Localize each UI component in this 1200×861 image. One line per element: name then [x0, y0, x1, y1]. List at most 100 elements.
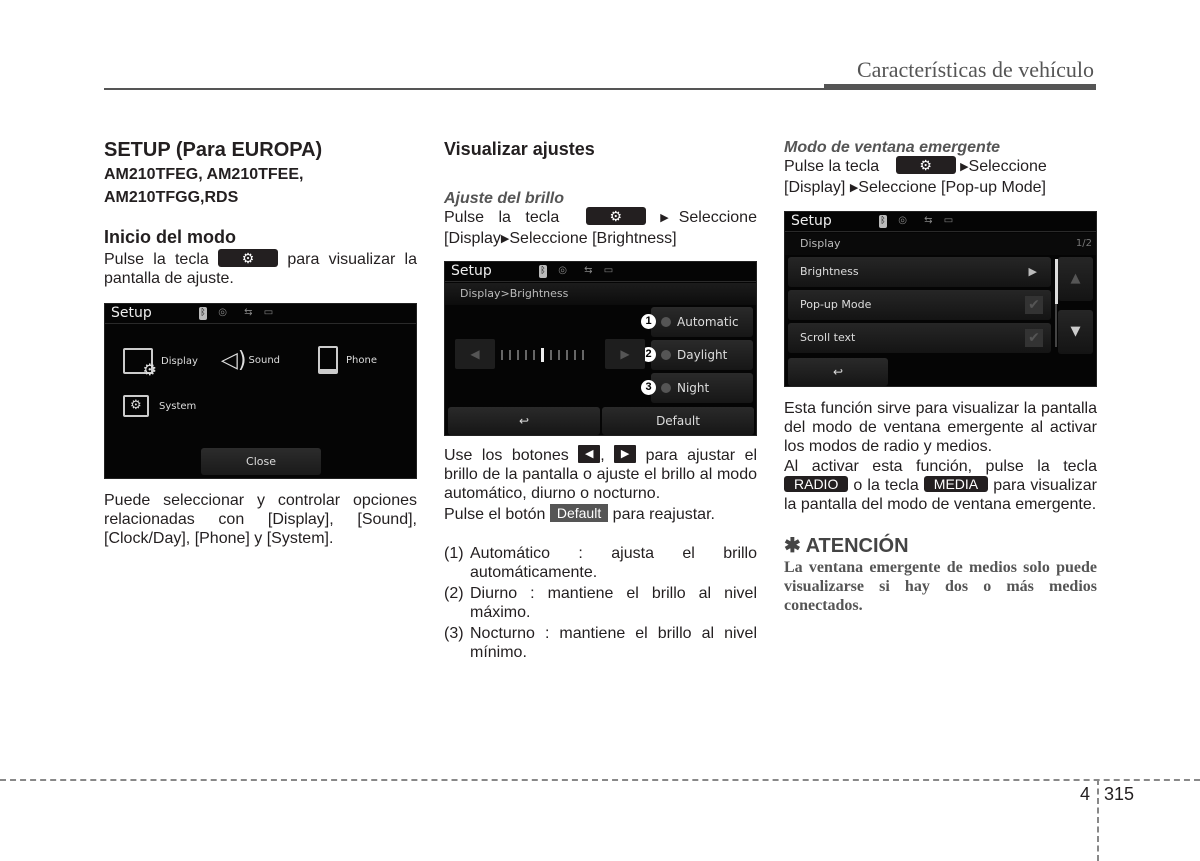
option-daylight[interactable]: 2 Daylight [641, 340, 753, 370]
section-heading-display-settings: Visualizar ajustes [444, 139, 595, 159]
radio-dot-icon [661, 350, 671, 360]
right-arrow-key-icon: ▶ [614, 444, 637, 463]
slider-tick [566, 350, 568, 360]
row-brightness[interactable]: Brightness ▶ [788, 257, 1051, 287]
text: para reajustar. [612, 506, 715, 523]
popup-intro: Pulse la tecla ⚙ ▶Seleccione [784, 155, 1097, 178]
models-line-1: AM210TFEG, AM210TFEE, [104, 166, 304, 183]
text: , [600, 447, 605, 464]
menu-phone[interactable]: Phone [318, 346, 377, 374]
slider-tick [558, 350, 560, 360]
display-gear-icon: ⚙ [123, 348, 157, 379]
slider-tick [525, 350, 527, 360]
usb-icon: ⇆ [584, 265, 593, 276]
setup-key-gear-icon: ⚙ [585, 206, 646, 225]
option-label: Automatic [677, 315, 739, 329]
radio-dot-icon [661, 317, 671, 327]
slider-tick [509, 350, 511, 360]
models-line-2: AM210TFGG,RDS [104, 189, 239, 206]
screen-status-bar: Setup ᛒ ◎ ⇆ ▭ [105, 304, 416, 324]
slider-tick [582, 350, 584, 360]
row-popup-mode[interactable]: Pop-up Mode ✔ [788, 290, 1051, 320]
checkbox-checked-icon[interactable]: ✔ [1025, 329, 1043, 347]
text: Use los botones [444, 447, 569, 464]
intro-text: Pulse la tecla [104, 251, 209, 268]
disc-icon: ◎ [898, 215, 907, 226]
setup-screen: Setup ᛒ ◎ ⇆ ▭ ⚙ Display ◁) Sound Phone ⚙… [104, 303, 417, 479]
slider-tick [501, 350, 503, 360]
default-key: Default [549, 503, 609, 522]
arrow-right-icon: ▶ [660, 212, 679, 224]
media-key: MEDIA [923, 475, 989, 492]
list-num: (1) [444, 545, 464, 562]
list-text: Diurno : mantiene el brillo al nivel máx… [470, 585, 757, 621]
breadcrumb-text: Display [800, 237, 841, 250]
footer-divider [1097, 779, 1099, 861]
footer-rule [0, 779, 1200, 781]
checkbox-checked-icon[interactable]: ✔ [1025, 296, 1043, 314]
mode-list: (1) Automático : ajusta el brillo automát… [444, 544, 757, 662]
menu-system[interactable]: ⚙ System [123, 395, 196, 417]
header-title: Características de vehículo [856, 57, 1094, 82]
page-number: 315 [1104, 784, 1135, 804]
folder-gear-icon: ⚙ [123, 395, 149, 417]
list-item: (2) Diurno : mantiene el brillo al nivel … [444, 584, 757, 622]
screen-title: Setup [111, 305, 152, 321]
bluetooth-icon: ᛒ [539, 265, 547, 278]
back-button[interactable]: ↩ [448, 407, 600, 435]
row-label: Scroll text [800, 331, 856, 344]
intro-text: Pulse la tecla [444, 209, 560, 226]
list-item: (1) Automático : ajusta el brillo automát… [444, 544, 757, 582]
setup-title: SETUP (Para EUROPA) [104, 139, 323, 161]
brightness-screen: Setup ᛒ ◎ ⇆ ▭ Display>Brightness 1 Autom… [444, 261, 757, 436]
aux-icon: ▭ [263, 307, 274, 318]
scroll-up-button[interactable]: ▲ [1058, 257, 1093, 301]
disc-icon: ◎ [558, 265, 567, 276]
option-night[interactable]: 3 Night [641, 373, 753, 403]
intro-paragraph: Pulse la tecla ⚙ para visualizar la pant… [104, 248, 417, 288]
menu-phone-label: Phone [346, 354, 377, 366]
aux-icon: ▭ [943, 215, 954, 226]
option-automatic[interactable]: 1 Automatic [641, 307, 753, 337]
bluetooth-icon: ᛒ [199, 307, 207, 320]
radio-dot-icon [661, 383, 671, 393]
callout-3: 3 [641, 380, 656, 395]
popup-description: Esta función sirve para visualizar la pa… [784, 400, 1097, 455]
menu-display[interactable]: ⚙ Display [123, 348, 198, 379]
subsection-popup-mode: Modo de ventana emergente [784, 139, 1001, 156]
popup-keys-instructions: Al activar esta función, pulse la tecla … [784, 457, 1097, 514]
attention-title: ✱ ATENCIÓN [784, 535, 909, 557]
slider-tick [574, 350, 576, 360]
chevron-right-icon: ▶ [1028, 265, 1037, 278]
intro-text-mid: Seleccione [968, 158, 1047, 175]
row-label: Pop-up Mode [800, 298, 872, 311]
status-icons: ᛒ ◎ ⇆ ▭ [539, 265, 621, 278]
back-arrow-icon: ↩ [518, 414, 530, 428]
setup-key-gear-icon: ⚙ [895, 155, 956, 174]
breadcrumb: Display 1/2 [785, 233, 1096, 255]
brightness-slider[interactable] [501, 348, 584, 362]
section-heading-mode-start: Inicio del modo [104, 227, 237, 247]
popup-intro-line2: [Display] ▶Seleccione [Pop-up Mode] [784, 178, 1097, 199]
list-text: Nocturno : mantiene el brillo al nivel m… [470, 625, 757, 661]
slider-tick-active [541, 348, 544, 362]
brightness-increase-button[interactable]: ▶ [605, 339, 645, 369]
default-button[interactable]: Default [602, 407, 754, 435]
status-icons: ᛒ ◎ ⇆ ▭ [199, 307, 281, 320]
option-label: Daylight [677, 348, 728, 362]
row-scroll-text[interactable]: Scroll text ✔ [788, 323, 1051, 353]
text: o la tecla [853, 477, 919, 494]
screen-title: Setup [791, 213, 832, 229]
scroll-down-button[interactable]: ▼ [1058, 310, 1093, 354]
left-arrow-key-icon: ◀ [578, 444, 601, 463]
usb-icon: ⇆ [924, 215, 933, 226]
menu-sound[interactable]: ◁) Sound [221, 348, 280, 373]
brightness-decrease-button[interactable]: ◀ [455, 339, 495, 369]
list-item: (3) Nocturno : mantiene el brillo al nive… [444, 624, 757, 662]
column-1: SETUP (Para EUROPA) AM210TFEG, AM210TFEE… [104, 138, 417, 548]
back-button[interactable]: ↩ [788, 358, 888, 386]
close-button[interactable]: Close [201, 448, 321, 475]
menu-display-label: Display [161, 355, 198, 367]
screen-status-bar: Setup ᛒ ◎ ⇆ ▭ [785, 212, 1096, 232]
intro-text: Pulse la tecla [784, 158, 880, 175]
